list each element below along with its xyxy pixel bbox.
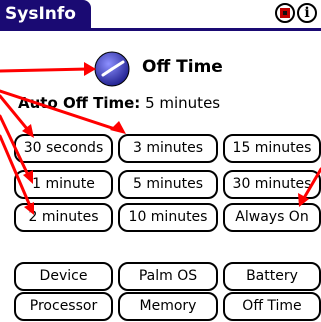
info-icon[interactable]: i — [297, 3, 317, 23]
title-underline — [0, 28, 321, 31]
option-10-minutes-button[interactable]: 10 minutes — [118, 203, 218, 232]
header-icons: i — [275, 3, 317, 23]
option-1-minute-button[interactable]: 1 minute — [14, 170, 113, 199]
section-memory-button[interactable]: Memory — [118, 292, 218, 321]
option-2-minutes-button[interactable]: 2 minutes — [14, 203, 113, 232]
title-bar: SysInfo i — [0, 0, 321, 31]
battery-icon[interactable] — [275, 3, 295, 23]
section-off-time-button[interactable]: Off Time — [223, 292, 321, 321]
page-title: Off Time — [142, 57, 223, 77]
section-processor-button[interactable]: Processor — [14, 292, 113, 321]
option-5-minutes-button[interactable]: 5 minutes — [118, 170, 218, 199]
section-palm-os-button[interactable]: Palm OS — [118, 262, 218, 291]
option-30-minutes-button[interactable]: 30 minutes — [223, 170, 321, 199]
option-3-minutes-button[interactable]: 3 minutes — [118, 134, 218, 163]
auto-off-value: 5 minutes — [145, 94, 221, 112]
annotation-arrow — [0, 67, 90, 73]
option-15-minutes-button[interactable]: 15 minutes — [223, 134, 321, 163]
option-always-on-button[interactable]: Always On — [223, 203, 321, 232]
auto-off-readout: Auto Off Time: 5 minutes — [18, 94, 220, 112]
app-title: SysInfo — [0, 0, 91, 29]
auto-off-label: Auto Off Time: — [18, 94, 141, 112]
option-30-seconds-button[interactable]: 30 seconds — [14, 134, 113, 163]
clock-icon — [94, 51, 130, 87]
section-device-button[interactable]: Device — [14, 262, 113, 291]
section-battery-button[interactable]: Battery — [223, 262, 321, 291]
